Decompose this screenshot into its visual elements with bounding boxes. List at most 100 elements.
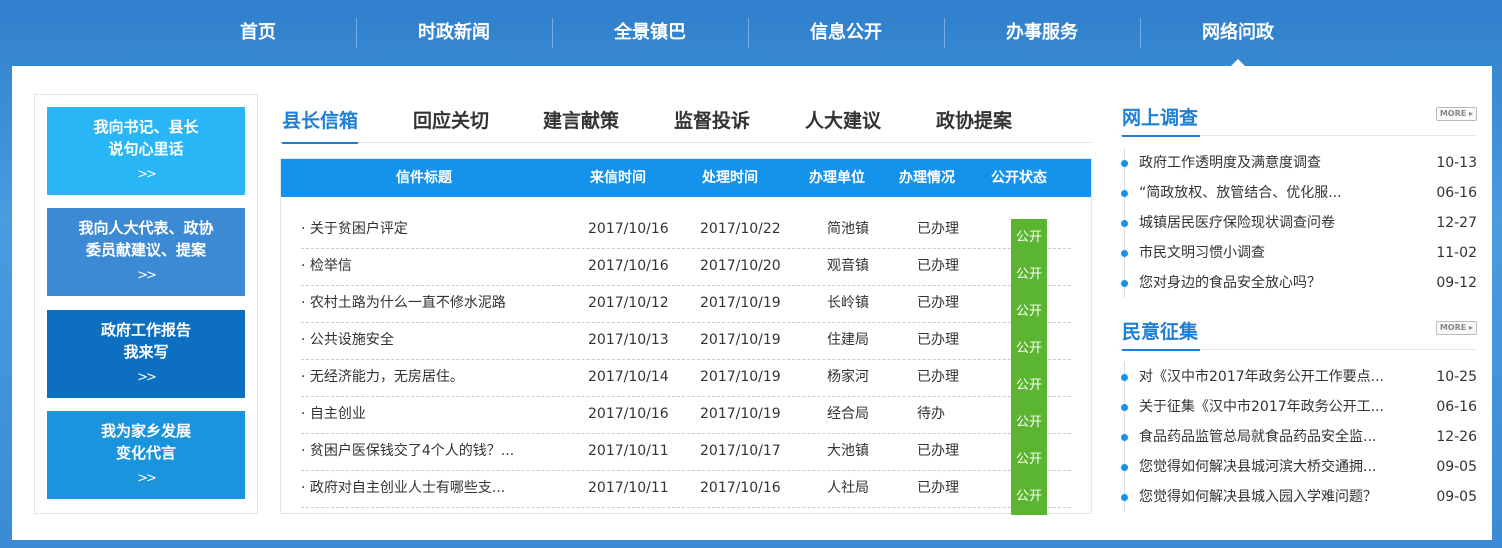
header-unit: 办理单位 (809, 170, 865, 186)
table-row[interactable]: · 农村土路为什么一直不修水泥路 2017/10/12 2017/10/19 长岭镇 已… (301, 285, 1071, 330)
cell-status: 已办理 (917, 443, 959, 459)
opinion-header: 民意征集 MORE ▸ (1119, 313, 1477, 351)
list-item-date: 10-13 (1436, 155, 1477, 171)
cell-received: 2017/10/13 (588, 332, 669, 348)
content-panel: 我向书记、县长 说句心里话 >> 我向人大代表、政协 委员献建议、提案 >> 政… (12, 66, 1492, 540)
table-row[interactable]: · 贫困户医保钱交了4个人的钱？... 2017/10/11 2017/10/17 大… (301, 433, 1071, 478)
cell-received: 2017/10/11 (588, 480, 669, 496)
mailbox-tabs: 县长信箱 回应关切 建言献策 监督投诉 人大建议 政协提案 (280, 94, 1092, 144)
main-nav: 首页 时政新闻 全景镇巴 信息公开 办事服务 网络问政 (160, 0, 1340, 66)
list-item[interactable]: 食品药品监管总局就食品药品安全监... 12-26 (1121, 422, 1477, 452)
button-line2: 变化代言 (115, 444, 176, 462)
cell-received: 2017/10/16 (588, 258, 669, 274)
double-chevron-icon: >> (137, 471, 157, 486)
tab-complaints[interactable]: 监督投诉 (674, 106, 750, 142)
list-item-text: 食品药品监管总局就食品药品安全监... (1139, 429, 1377, 445)
tab-suggestions[interactable]: 建言献策 (543, 106, 619, 142)
survey-list: 政府工作透明度及满意度调查 10-13 “简政放权、放管结合、优化服... 06-16… (1121, 148, 1477, 298)
cell-status: 已办理 (917, 480, 959, 496)
table-row[interactable]: · 公共设施安全 2017/10/13 2017/10/19 住建局 已办理 公开 (301, 322, 1071, 367)
cell-processed: 2017/10/19 (700, 369, 781, 385)
list-item-text: 您对身边的食品安全放心吗？ (1139, 275, 1321, 291)
list-item-text: 您觉得如何解决县城入园入学难问题？ (1139, 489, 1377, 505)
table-row[interactable]: · 关于贫困户评定 2017/10/16 2017/10/22 简池镇 已办理 公开 (301, 211, 1071, 256)
list-item[interactable]: 市民文明习惯小调查 11-02 (1121, 238, 1477, 268)
list-item-text: 政府工作透明度及满意度调查 (1139, 155, 1321, 171)
header-public: 公开状态 (991, 170, 1047, 186)
cell-title: · 政府对自主创业人士有哪些支... (301, 480, 506, 496)
button-line1: 我向人大代表、政协 (78, 219, 214, 237)
nav-item-home[interactable]: 首页 (160, 0, 356, 66)
list-item-date: 09-05 (1436, 489, 1477, 505)
list-item-date: 09-05 (1436, 459, 1477, 475)
cell-unit: 杨家河 (827, 369, 869, 385)
work-report-button[interactable]: 政府工作报告 我来写 >> (47, 310, 245, 398)
cell-unit: 经合局 (827, 406, 869, 422)
cell-unit: 长岭镇 (827, 295, 869, 311)
cell-unit: 大池镇 (827, 443, 869, 459)
button-line2: 我来写 (123, 343, 169, 361)
opinion-section: 民意征集 MORE ▸ 对《汉中市2017年政务公开工作要点... 10-25 关于… (1119, 313, 1477, 512)
cell-title: · 检举信 (301, 258, 352, 274)
cell-title: · 关于贫困户评定 (301, 221, 408, 237)
list-item[interactable]: 您觉得如何解决县城河滨大桥交通拥... 09-05 (1121, 452, 1477, 482)
table-row[interactable]: · 政府对自主创业人士有哪些支... 2017/10/11 2017/10/16 人社… (301, 470, 1071, 515)
cell-received: 2017/10/14 (588, 369, 669, 385)
cell-unit: 人社局 (827, 480, 869, 496)
list-item-date: 10-25 (1436, 369, 1477, 385)
cell-status: 已办理 (917, 221, 959, 237)
cell-received: 2017/10/12 (588, 295, 669, 311)
suggestions-button[interactable]: 我向人大代表、政协 委员献建议、提案 >> (47, 208, 245, 296)
list-item-text: “简政放权、放管结合、优化服... (1139, 185, 1342, 201)
cell-title: · 公共设施安全 (301, 332, 394, 348)
survey-header: 网上调查 MORE ▸ (1119, 99, 1477, 137)
list-item-text: 市民文明习惯小调查 (1139, 245, 1265, 261)
button-line1: 政府工作报告 (100, 321, 191, 339)
tab-cppcc-proposals[interactable]: 政协提案 (936, 106, 1012, 142)
cell-unit: 观音镇 (827, 258, 869, 274)
list-item[interactable]: 城镇居民医疗保险现状调查问卷 12-27 (1121, 208, 1477, 238)
survey-section: 网上调查 MORE ▸ 政府工作透明度及满意度调查 10-13 “简政放权、放管结合… (1119, 99, 1477, 298)
cell-received: 2017/10/11 (588, 443, 669, 459)
button-line1: 我为家乡发展 (100, 422, 191, 440)
letters-table: 信件标题 来信时间 处理时间 办理单位 办理情况 公开状态 · 关于贫困户评定 2… (280, 158, 1092, 515)
list-item[interactable]: 您对身边的食品安全放心吗？ 09-12 (1121, 268, 1477, 298)
list-item-date: 11-02 (1436, 245, 1477, 261)
cell-processed: 2017/10/19 (700, 406, 781, 422)
table-header: 信件标题 来信时间 处理时间 办理单位 办理情况 公开状态 (281, 159, 1091, 197)
tab-response-concerns[interactable]: 回应关切 (413, 106, 489, 142)
opinion-more-button[interactable]: MORE ▸ (1435, 321, 1477, 335)
button-line2: 委员献建议、提案 (85, 241, 206, 259)
cell-received: 2017/10/16 (588, 406, 669, 422)
list-item[interactable]: 政府工作透明度及满意度调查 10-13 (1121, 148, 1477, 178)
hometown-development-button[interactable]: 我为家乡发展 变化代言 >> (47, 411, 245, 499)
nav-item-panorama[interactable]: 全景镇巴 (552, 0, 748, 66)
table-row[interactable]: · 无经济能力，无房居住。 2017/10/14 2017/10/19 杨家河 已办理公… (301, 359, 1071, 404)
list-item[interactable]: 对《汉中市2017年政务公开工作要点... 10-25 (1121, 362, 1477, 392)
list-item[interactable]: “简政放权、放管结合、优化服... 06-16 (1121, 178, 1477, 208)
message-to-leaders-button[interactable]: 我向书记、县长 说句心里话 >> (47, 107, 245, 195)
button-line2: 说句心里话 (108, 140, 184, 158)
survey-more-button[interactable]: MORE ▸ (1435, 107, 1477, 121)
list-item-text: 关于征集《汉中市2017年政务公开工... (1139, 399, 1384, 415)
table-row[interactable]: · 检举信 2017/10/16 2017/10/20 观音镇 已办理 公开 (301, 248, 1071, 293)
cell-title: · 自主创业 (301, 406, 366, 422)
cell-received: 2017/10/16 (588, 221, 669, 237)
nav-item-info-public[interactable]: 信息公开 (748, 0, 944, 66)
cell-processed: 2017/10/20 (700, 258, 781, 274)
cell-title: · 贫困户医保钱交了4个人的钱？... (301, 443, 515, 459)
list-item[interactable]: 关于征集《汉中市2017年政务公开工... 06-16 (1121, 392, 1477, 422)
tab-county-mailbox[interactable]: 县长信箱 (282, 106, 359, 144)
cell-processed: 2017/10/16 (700, 480, 781, 496)
cell-unit: 住建局 (827, 332, 869, 348)
table-row[interactable]: · 自主创业 2017/10/16 2017/10/19 经合局 待办 公开 (301, 396, 1071, 441)
nav-item-online-inquiry[interactable]: 网络问政 (1140, 0, 1336, 66)
nav-item-services[interactable]: 办事服务 (944, 0, 1140, 66)
page-frame: 首页 时政新闻 全景镇巴 信息公开 办事服务 网络问政 我向书记、县长 说句心里… (0, 0, 1502, 548)
list-item[interactable]: 您觉得如何解决县城入园入学难问题？ 09-05 (1121, 482, 1477, 512)
left-column: 我向书记、县长 说句心里话 >> 我向人大代表、政协 委员献建议、提案 >> 政… (34, 94, 258, 514)
public-status-badge: 公开 (1011, 478, 1048, 515)
tab-npc-proposals[interactable]: 人大建议 (805, 106, 881, 142)
header-status: 办理情况 (899, 170, 955, 186)
nav-item-news[interactable]: 时政新闻 (356, 0, 552, 66)
